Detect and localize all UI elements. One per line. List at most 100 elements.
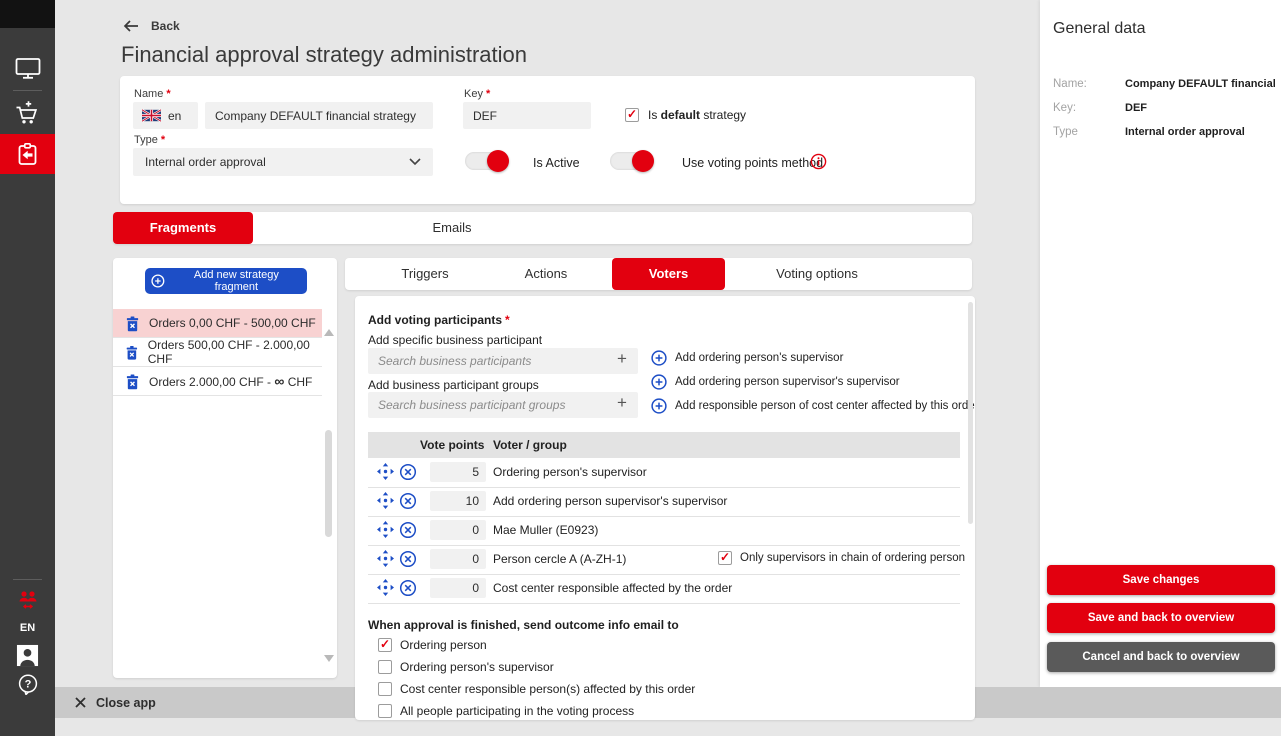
move-row-icon[interactable] xyxy=(377,579,394,596)
gd-name-label: Name: xyxy=(1053,78,1087,90)
required-asterisk: * xyxy=(161,134,165,146)
tab-actions[interactable]: Actions xyxy=(496,258,596,290)
svg-text:?: ? xyxy=(24,679,31,691)
vote-table-row: Add ordering person supervisor's supervi… xyxy=(368,487,960,517)
tab-triggers[interactable]: Triggers xyxy=(375,258,475,290)
chevron-down-icon xyxy=(409,158,421,166)
move-row-icon[interactable] xyxy=(377,492,394,509)
approval-admin-nav-button[interactable] xyxy=(0,134,55,174)
add-fragment-label: Add new strategy fragment xyxy=(172,269,301,293)
vote-table-row: Mae Muller (E0923) xyxy=(368,516,960,546)
delete-fragment-icon[interactable] xyxy=(125,315,140,332)
gd-name-value: Company DEFAULT financial ... xyxy=(1125,78,1275,90)
clipboard-import-icon xyxy=(15,142,40,167)
voting-participants-heading: Add voting participants* xyxy=(368,313,510,327)
language-selector[interactable]: en xyxy=(133,102,198,129)
supervisors-chain-checkbox[interactable] xyxy=(718,551,732,565)
outcome-checkbox[interactable] xyxy=(378,704,392,718)
add-supervisors-supervisor-link[interactable]: Add ordering person supervisor's supervi… xyxy=(651,370,975,394)
vote-points-input[interactable] xyxy=(430,491,486,511)
save-back-button[interactable]: Save and back to overview xyxy=(1047,603,1275,633)
monitor-nav-button[interactable] xyxy=(0,54,55,82)
fragment-label: Orders 2.000,00 CHF - ∞ CHF xyxy=(149,373,312,389)
delegation-nav-button[interactable] xyxy=(0,588,55,612)
outcome-checkbox[interactable] xyxy=(378,638,392,652)
fragments-panel: Add new strategy fragment Orders 0,00 CH… xyxy=(113,258,337,678)
remove-row-icon[interactable] xyxy=(399,492,417,510)
save-changes-button[interactable]: Save changes xyxy=(1047,565,1275,595)
avatar-icon xyxy=(16,644,39,667)
fragment-item[interactable]: Orders 500,00 CHF - 2.000,00 CHF xyxy=(113,338,322,367)
vote-points-input[interactable] xyxy=(430,549,486,569)
add-supervisor-link[interactable]: Add ordering person's supervisor xyxy=(651,346,975,370)
move-row-icon[interactable] xyxy=(377,521,394,538)
move-row-icon[interactable] xyxy=(377,463,394,480)
remove-row-icon[interactable] xyxy=(399,463,417,481)
gd-type-label: Type xyxy=(1053,126,1078,138)
fragment-item[interactable]: Orders 2.000,00 CHF - ∞ CHF xyxy=(113,367,322,396)
scrollbar-thumb[interactable] xyxy=(325,430,332,537)
is-default-checkbox[interactable] xyxy=(625,108,639,122)
profile-nav-button[interactable] xyxy=(0,642,55,668)
help-icon: ? xyxy=(17,673,39,695)
toggle-knob xyxy=(487,150,509,172)
add-fragment-button[interactable]: Add new strategy fragment xyxy=(145,268,307,294)
gd-key-label: Key: xyxy=(1053,102,1076,114)
fragment-tabbar: Triggers Actions Voters Voting options xyxy=(345,258,972,290)
add-shopping-cart-icon xyxy=(14,100,41,127)
search-groups-input[interactable] xyxy=(368,392,638,418)
help-nav-button[interactable]: ? xyxy=(0,672,55,696)
add-group-plus-icon[interactable]: + xyxy=(617,393,627,413)
nav-top-strip xyxy=(0,0,55,28)
vote-table-row: Person cercle A (A-ZH-1) Only supervisor… xyxy=(368,545,960,575)
info-icon[interactable] xyxy=(810,153,827,170)
back-label: Back xyxy=(151,19,180,33)
voting-points-toggle[interactable] xyxy=(610,152,654,170)
outcome-checkbox[interactable] xyxy=(378,660,392,674)
back-button[interactable]: Back xyxy=(123,19,180,33)
remove-row-icon[interactable] xyxy=(399,579,417,597)
cancel-back-button[interactable]: Cancel and back to overview xyxy=(1047,642,1275,672)
language-switch[interactable]: EN xyxy=(0,618,55,638)
outcome-option: Ordering person's supervisor xyxy=(378,660,554,674)
type-select[interactable]: Internal order approval xyxy=(133,148,433,176)
close-app-button[interactable]: Close app xyxy=(75,687,156,718)
fragment-label: Orders 500,00 CHF - 2.000,00 CHF xyxy=(148,338,322,366)
page-title: Financial approval strategy administrati… xyxy=(121,42,527,68)
delete-fragment-icon[interactable] xyxy=(125,373,140,390)
tab-emails[interactable]: Emails xyxy=(366,212,538,244)
vote-points-input[interactable] xyxy=(430,578,486,598)
language-label: EN xyxy=(20,622,35,634)
plus-circle-icon xyxy=(651,350,667,366)
left-nav: EN ? xyxy=(0,0,55,736)
tab-voters[interactable]: Voters xyxy=(612,258,725,290)
remove-row-icon[interactable] xyxy=(399,550,417,568)
delete-fragment-icon[interactable] xyxy=(125,344,139,361)
tab-fragments[interactable]: Fragments xyxy=(113,212,253,244)
is-active-toggle[interactable] xyxy=(465,152,509,170)
voters-panel: Add voting participants* Add specific bu… xyxy=(355,296,975,720)
strategy-name-input[interactable] xyxy=(205,102,433,129)
vote-table-header: Vote points Voter / group xyxy=(368,432,960,458)
people-switch-icon xyxy=(15,590,41,611)
scroll-down-arrow[interactable] xyxy=(324,662,334,680)
key-label: Key* xyxy=(464,88,490,100)
vote-points-input[interactable] xyxy=(430,520,486,540)
required-asterisk: * xyxy=(166,88,170,100)
add-participant-plus-icon[interactable]: + xyxy=(617,349,627,369)
outcome-label: All people participating in the voting p… xyxy=(400,704,634,718)
move-row-icon[interactable] xyxy=(377,550,394,567)
back-arrow-icon xyxy=(123,20,139,32)
vote-points-input[interactable] xyxy=(430,462,486,482)
cart-nav-button[interactable] xyxy=(0,98,55,128)
toggle-knob xyxy=(632,150,654,172)
strategy-key-input[interactable] xyxy=(463,102,591,129)
scrollbar-thumb[interactable] xyxy=(968,302,973,524)
add-cost-center-responsible-link[interactable]: Add responsible person of cost center af… xyxy=(651,394,975,418)
tab-voting-options[interactable]: Voting options xyxy=(757,258,877,290)
search-participants-input[interactable] xyxy=(368,348,638,374)
outcome-checkbox[interactable] xyxy=(378,682,392,696)
remove-row-icon[interactable] xyxy=(399,521,417,539)
scroll-up-arrow[interactable] xyxy=(324,312,334,330)
fragment-item[interactable]: Orders 0,00 CHF - 500,00 CHF xyxy=(113,309,322,338)
